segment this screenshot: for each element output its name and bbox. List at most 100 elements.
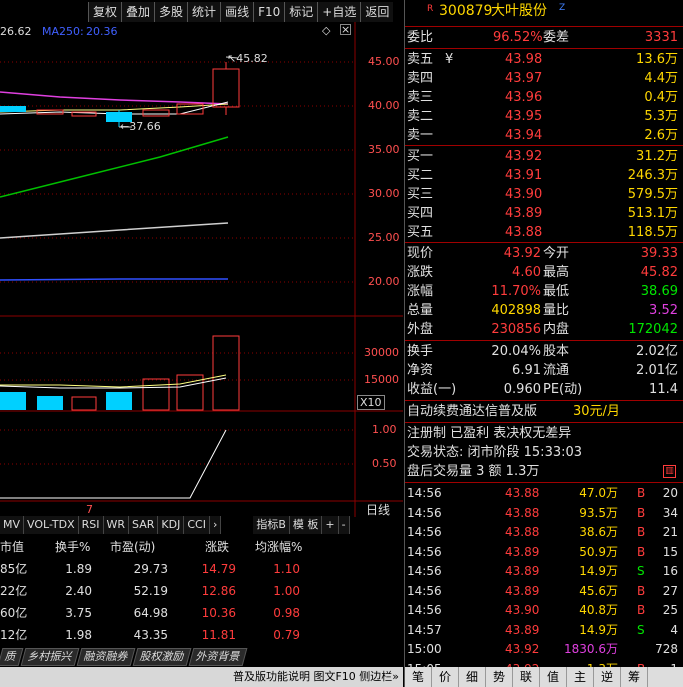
- toolbar-button[interactable]: +自选: [317, 2, 361, 22]
- tick-price: 43.89: [505, 544, 540, 559]
- quote-tab[interactable]: 值: [540, 667, 567, 687]
- indicator-tab[interactable]: KDJ: [158, 516, 185, 534]
- level-label: 买二: [407, 168, 434, 183]
- volume-bar: [37, 396, 63, 410]
- promo-price[interactable]: 30元/月: [573, 402, 620, 421]
- tick-time: 14:56: [407, 544, 442, 559]
- level-label: 买五: [407, 225, 434, 240]
- info-line: 盘后交易量 3 额 1.3万: [407, 464, 540, 479]
- buy-level: 买一 43.92 31.2万: [405, 147, 683, 166]
- info-line: 注册制 已盈利 表决权无差异: [407, 426, 572, 441]
- quote-tab[interactable]: 细: [459, 667, 486, 687]
- tick-count: 20: [662, 486, 678, 500]
- block-tab[interactable]: 乡村振兴: [20, 648, 80, 666]
- promo-text[interactable]: 自动续费通达信普及版: [407, 402, 537, 421]
- block-tab[interactable]: 融资融券: [76, 648, 136, 666]
- level-volume: 31.2万: [636, 149, 678, 164]
- quote-tab[interactable]: 主: [567, 667, 594, 687]
- badge-z: Z: [559, 3, 566, 13]
- table-cell: 1.00: [273, 584, 300, 598]
- table-cell: 60亿: [0, 606, 28, 620]
- fund-label: 净资: [407, 363, 434, 378]
- indicator-tab[interactable]: ›: [209, 516, 222, 534]
- table-row[interactable]: 85亿 1.89 29.73 14.79 1.10: [0, 558, 403, 580]
- tick-row: 14:56 43.88 93.5万 B 34: [405, 504, 683, 523]
- stat-value: 43.92: [503, 246, 541, 261]
- indicator-tab[interactable]: RSI: [78, 516, 104, 534]
- volume-bar: [212, 335, 240, 411]
- tick-time: 14:56: [407, 564, 442, 578]
- stat-row: 外盘 230856 内盘 172042: [405, 320, 683, 339]
- tick-row: 15:00 43.92 1830.6万 728: [405, 640, 683, 659]
- quote-tab[interactable]: 笔: [405, 667, 432, 687]
- tick-count: 15: [662, 544, 678, 559]
- table-row[interactable]: 22亿 2.40 52.19 12.86 1.00: [0, 580, 403, 602]
- tick-price: 43.92: [505, 642, 540, 656]
- tick-volume: 1830.6万: [564, 642, 618, 656]
- col-header: 市盈(动): [110, 540, 156, 554]
- tick-direction: S: [637, 622, 645, 637]
- stat-value: 39.33: [640, 246, 678, 261]
- indicator-tab[interactable]: CCI: [184, 516, 210, 534]
- close-icon[interactable]: ×: [340, 24, 351, 35]
- tick-volume: 47.0万: [579, 486, 618, 500]
- table-row[interactable]: 12亿 1.98 43.35 11.81 0.79: [0, 624, 403, 646]
- toolbar-button[interactable]: 复权: [88, 2, 122, 22]
- stat-value: 45.82: [640, 265, 678, 280]
- toolbar-button[interactable]: 返回: [360, 2, 394, 22]
- buy-level: 买四 43.89 513.1万: [405, 204, 683, 223]
- quote-tab[interactable]: 势: [486, 667, 513, 687]
- indicator-tab[interactable]: 指标B: [253, 516, 290, 534]
- promo-row[interactable]: 自动续费通达信普及版 30元/月: [405, 402, 683, 421]
- block-tab[interactable]: 质: [0, 648, 24, 666]
- table-cell: 1.89: [65, 562, 92, 576]
- toolbar-button[interactable]: 统计: [187, 2, 221, 22]
- indicator-tab[interactable]: +: [322, 516, 339, 534]
- quote-tab[interactable]: 筹: [621, 667, 648, 687]
- kline-svg: [0, 22, 403, 517]
- quote-tab[interactable]: 联: [513, 667, 540, 687]
- tick-time: 14:56: [407, 603, 442, 617]
- volume-bar: [71, 396, 97, 411]
- indicator-tab[interactable]: MV: [0, 516, 25, 534]
- indicator-tab[interactable]: -: [338, 516, 350, 534]
- tick-time: 14:56: [407, 583, 442, 598]
- table-row[interactable]: 60亿 3.75 64.98 10.36 0.98: [0, 602, 403, 624]
- tick-volume: 14.9万: [579, 564, 618, 578]
- table-cell: 29.73: [133, 562, 168, 576]
- quote-tab[interactable]: 逆: [594, 667, 621, 687]
- toolbar-button[interactable]: 画线: [220, 2, 254, 22]
- toolbar-button[interactable]: 标记: [284, 2, 318, 22]
- indicator-tab[interactable]: 模 板: [289, 516, 323, 534]
- related-stocks-table[interactable]: 市值 换手% 市盈(动) 涨跌 均涨幅% 85亿 1.89 29.73 14.79 1.…: [0, 536, 403, 646]
- tick-price: 43.88: [505, 525, 540, 539]
- fund-label: 收益(一): [407, 382, 457, 397]
- info-line: 交易状态: 闭市阶段 15:33:03: [407, 445, 583, 460]
- stat-row: 涨幅 11.70% 最低 38.69: [405, 282, 683, 301]
- indicator-tab[interactable]: WR: [103, 516, 130, 534]
- table-cell: 22亿: [0, 584, 28, 598]
- quote-tab[interactable]: 价: [432, 667, 459, 687]
- kline-chart[interactable]: 26.62 MA250: 20.36 ◇ × ↖45.82 ←37.66 45.…: [0, 22, 403, 517]
- status-bar[interactable]: 普及版功能说明 图文F10 侧边栏»: [0, 667, 403, 687]
- stat-value: 11.70%: [491, 284, 541, 299]
- table-cell: 0.98: [273, 606, 300, 620]
- tick-price: 43.89: [505, 583, 540, 598]
- level-price: 43.97: [505, 71, 543, 86]
- toolbar-button[interactable]: 叠加: [121, 2, 155, 22]
- tick-time: 14:56: [407, 525, 442, 539]
- ind-tick: 0.50: [372, 457, 397, 470]
- indicator-tab[interactable]: SAR: [129, 516, 159, 534]
- indicator-tab[interactable]: VOL-TDX: [24, 516, 79, 534]
- toolbar-button[interactable]: F10: [253, 2, 285, 22]
- block-tab[interactable]: 外资背景: [188, 648, 248, 666]
- toolbar-button[interactable]: 多股: [154, 2, 188, 22]
- table-header: 市值 换手% 市盈(动) 涨跌 均涨幅%: [0, 536, 403, 558]
- block-tab[interactable]: 股权激励: [132, 648, 192, 666]
- chart-icon[interactable]: ▥: [663, 465, 676, 478]
- diamond-icon[interactable]: ◇: [322, 24, 330, 37]
- sell-level: 卖一 43.94 2.6万: [405, 126, 683, 145]
- chart-toolbar: 复权 叠加 多股 统计 画线 F10 标记 +自选 返回: [88, 2, 394, 22]
- tick-price: 43.90: [505, 603, 540, 617]
- tick-direction: B: [637, 525, 646, 539]
